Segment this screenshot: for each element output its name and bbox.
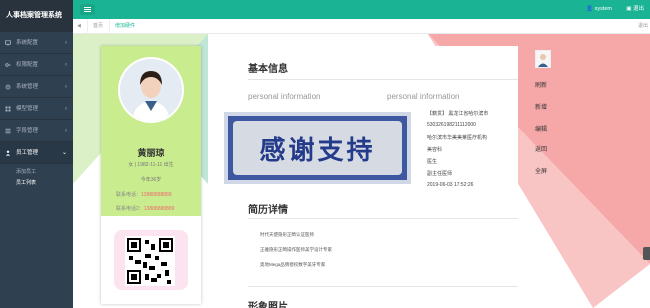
sidebar-item-label: 系统配置 (16, 40, 39, 46)
sidebar: 人事档案管理系统 系统配置 ‹ 权限配置 ‹ 系统管理 ‹ 模型管理 ‹ 字段管… (0, 0, 73, 308)
monitor-icon (5, 40, 11, 46)
tab-bar: ◀ 首页 增加硬件 退出 (73, 19, 650, 34)
resume-item: 奥地Mega品牌授权数字美牙专家 (260, 262, 326, 267)
resume-item: 时代天使隐形正畸认证医师 (260, 232, 314, 237)
chevron-left-icon: ‹ (65, 128, 67, 134)
thanks-watermark: 感谢支持 (224, 112, 411, 184)
sidebar-subitem-add-employee[interactable]: 添加员工 (0, 167, 73, 178)
menu-toggle-button[interactable] (80, 4, 95, 15)
sidebar-item-model-manage[interactable]: 模型管理 ‹ (0, 98, 73, 120)
refresh-button[interactable]: 刷新 (535, 80, 547, 89)
qr-code-icon (125, 236, 175, 286)
sidebar-item-field-manage[interactable]: 字段管理 ‹ (0, 120, 73, 142)
back-button[interactable]: 返回 (535, 144, 547, 153)
chevron-left-icon: ‹ (65, 106, 67, 112)
section-subtitle-left: personal information (248, 92, 321, 101)
tab-scroll-left-button[interactable]: ◀ (77, 19, 81, 34)
hamburger-icon (84, 7, 91, 8)
section-subtitle-right: personal information (387, 92, 460, 101)
info-department: 美容科 (427, 147, 443, 153)
edit-button[interactable]: 编辑 (535, 124, 547, 133)
phone-value: 13888888889 (143, 206, 175, 212)
employee-phone-2: 联系电话2：13888888889 (116, 205, 201, 212)
user-menu[interactable]: 👤 system (586, 0, 612, 19)
watermark-text: 感谢支持 (259, 136, 376, 166)
employee-name: 黄丽琼 (137, 148, 165, 158)
qr-code (125, 236, 175, 286)
chevron-left-icon: ‹ (65, 84, 67, 90)
sidebar-item-system-config[interactable]: 系统配置 ‹ (0, 32, 73, 54)
side-drawer-handle[interactable] (643, 247, 650, 260)
sidebar-item-permission-config[interactable]: 权限配置 ‹ (0, 54, 73, 76)
sidebar-subitem-employee-list[interactable]: 员工列表 (0, 178, 73, 189)
chevron-left-icon: ‹ (65, 40, 67, 46)
user-icon: 👤 (586, 6, 594, 12)
info-updated-time: 2019-06-03 17:52:26 (427, 182, 474, 188)
fullscreen-button[interactable]: 全屏 (535, 166, 547, 175)
sidebar-item-label: 系统管理 (16, 84, 39, 90)
logout-button[interactable]: ▣ 退出 (626, 0, 644, 19)
tab-close-all-button[interactable]: 退出 (638, 19, 648, 34)
section-title-basic: 基本信息 (248, 64, 288, 75)
tab-current[interactable]: 增加硬件 (109, 19, 140, 34)
employee-age: 今年36岁 (140, 177, 162, 183)
phone-value: 13888888888 (141, 192, 172, 198)
main-content: 黄丽琼 女 | 1982-11-11 出生 今年36岁 联系电话：1388888… (73, 34, 650, 308)
info-organization: 哈尔滨市华美美莱医疗机构 (427, 135, 488, 141)
gear-icon (5, 84, 11, 90)
info-hometown: 【籍贯】 黑龙江省哈尔滨市 (427, 111, 489, 117)
info-id-number: 530326198211112000 (427, 122, 476, 128)
person-icon (538, 54, 548, 67)
section-title-resume: 简历详情 (248, 205, 288, 216)
people-icon (5, 150, 11, 156)
key-icon (5, 63, 11, 67)
sidebar-item-label: 字段管理 (16, 128, 39, 134)
chevron-left-icon: ‹ (65, 62, 67, 68)
sidebar-item-label: 模型管理 (16, 106, 39, 112)
list-icon (5, 128, 11, 134)
logout-label: 退出 (632, 6, 644, 12)
info-title: 副主任医师 (427, 171, 453, 177)
person-photo-icon (120, 59, 182, 121)
user-name: system (594, 6, 612, 12)
profile-card: 黄丽琼 女 | 1982-11-11 出生 今年36岁 联系电话：1388888… (101, 46, 201, 304)
section-title-photos: 形象照片 (248, 302, 288, 308)
avatar-thumbnail[interactable] (535, 50, 551, 68)
resume-item: 正雅隐形正畸操作医师美学设计专家 (260, 247, 332, 252)
logout-icon: ▣ (626, 6, 632, 12)
top-bar: 👤 system ▣ 退出 (73, 0, 650, 19)
phone-label: 联系电话： (116, 192, 142, 198)
tab-home[interactable]: 首页 (87, 19, 108, 34)
employee-phone-1: 联系电话：13888888888 (116, 191, 201, 198)
sidebar-item-label: 员工管理 (16, 150, 39, 156)
sidebar-item-system-manage[interactable]: 系统管理 ‹ (0, 76, 73, 98)
employee-gender-birth: 女 | 1982-11-11 出生 (128, 162, 174, 168)
app-title: 人事档案管理系统 (0, 0, 73, 32)
add-button[interactable]: 新增 (535, 102, 547, 111)
phone-label: 联系电话2： (116, 206, 144, 212)
sidebar-item-label: 权限配置 (16, 62, 39, 68)
sidebar-item-employee-manage[interactable]: 员工管理 ⌄ (0, 142, 73, 164)
chevron-down-icon: ⌄ (61, 150, 67, 156)
info-position: 医生 (427, 159, 438, 165)
avatar (120, 59, 182, 121)
grid-icon (5, 106, 11, 112)
